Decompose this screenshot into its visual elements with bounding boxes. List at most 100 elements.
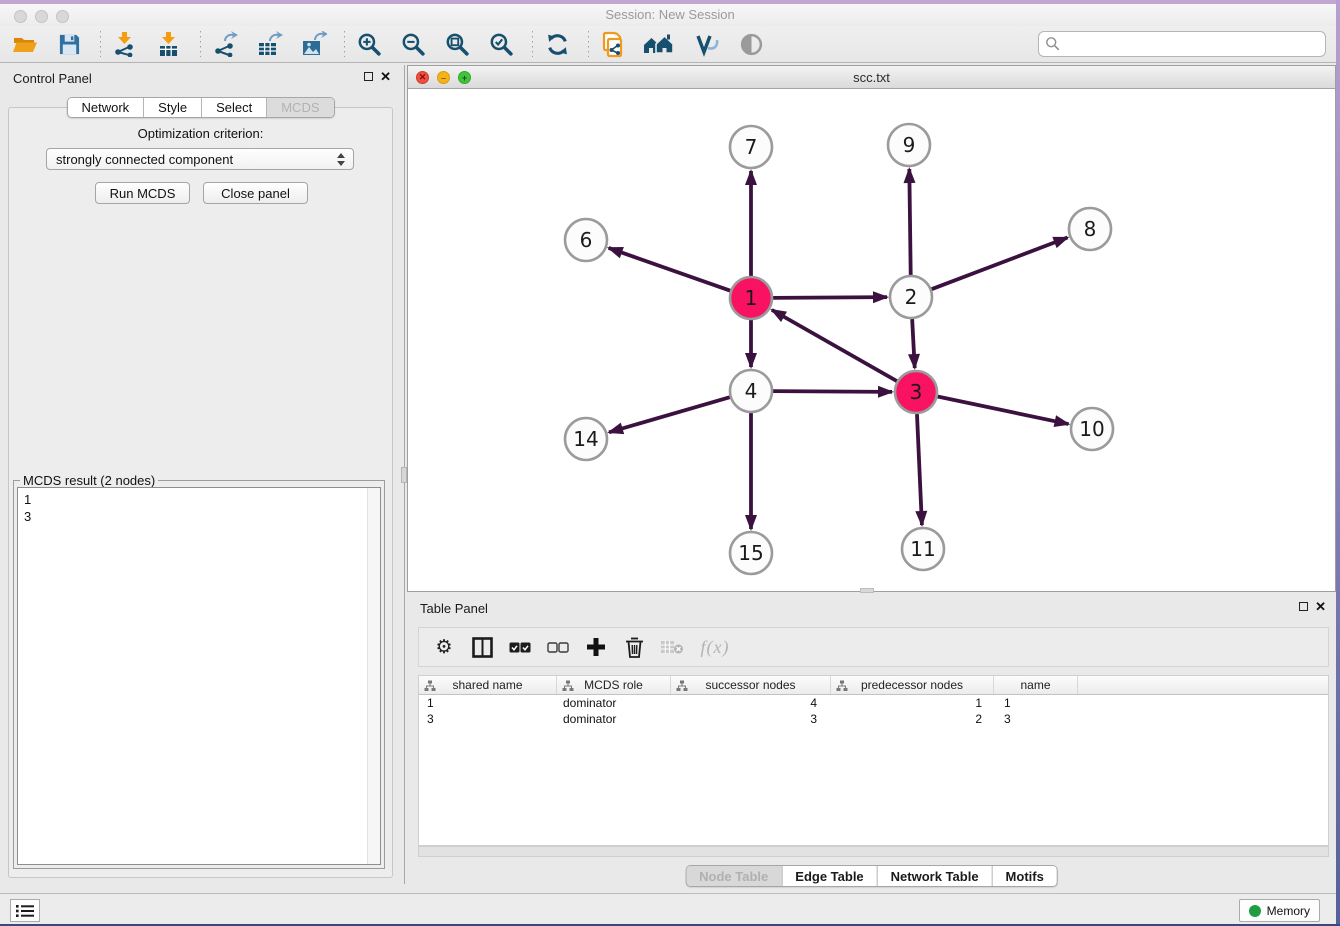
edge-3-11[interactable] [917,414,922,525]
node-table[interactable]: shared nameMCDS rolesuccessor nodesprede… [418,675,1329,846]
edge-3-1[interactable] [772,310,897,381]
delete-table-button[interactable] [657,632,687,662]
memory-button[interactable]: Memory [1239,899,1320,922]
column-header-successor-nodes[interactable]: successor nodes [671,676,831,694]
save-session-button[interactable] [54,29,84,59]
columns-icon [472,637,493,658]
import-network-button[interactable] [110,29,140,59]
status-bar: Memory [0,893,1340,926]
table-settings-button[interactable]: ⚙ [429,632,459,662]
float-table-panel-icon[interactable] [1299,602,1308,611]
cell-mcds-role[interactable]: dominator [557,695,671,711]
edge-1-6[interactable] [609,248,731,291]
cell-mcds-role[interactable]: dominator [557,711,671,727]
zoom-out-button[interactable] [398,29,428,59]
tab-node-table[interactable]: Node Table [686,866,781,886]
node-label-9: 9 [903,133,916,157]
window-title: Session: New Session [0,7,1340,22]
tab-edge-table[interactable]: Edge Table [781,866,876,886]
cell-successor-nodes[interactable]: 3 [671,711,831,727]
hide-selected-button[interactable] [736,29,766,59]
network-splitter-grip[interactable] [860,588,874,593]
column-header-name[interactable]: name [994,676,1078,694]
cell-predecessor-nodes[interactable]: 1 [831,695,994,711]
export-network-button[interactable] [210,29,240,59]
cell-shared-name[interactable]: 1 [419,695,557,711]
cell-successor-nodes[interactable]: 4 [671,695,831,711]
node-label-11: 11 [910,537,935,561]
cell-shared-name[interactable]: 3 [419,711,557,727]
run-mcds-button[interactable]: Run MCDS [95,182,190,204]
node-label-3: 3 [910,380,923,404]
result-scrollbar[interactable] [367,488,380,864]
mcds-result-list[interactable]: 13 [17,487,381,865]
edge-2-8[interactable] [932,238,1068,290]
new-network-from-selection-button[interactable] [598,29,628,59]
function-builder-button[interactable]: f(x) [695,632,735,662]
apply-layout-button[interactable] [542,29,572,59]
node-label-10: 10 [1079,417,1104,441]
search-input[interactable] [1061,37,1319,52]
table-panel: Table Panel ✕ ⚙ [407,594,1336,889]
create-column-button[interactable] [581,632,611,662]
unselect-all-button[interactable] [543,632,573,662]
zoom-fit-button[interactable] [442,29,472,59]
export-table-button[interactable] [254,29,284,59]
main-toolbar [0,26,1340,63]
column-header-mcds-role[interactable]: MCDS role [557,676,671,694]
column-header-predecessor-nodes[interactable]: predecessor nodes [831,676,994,694]
export-image-button[interactable] [298,29,328,59]
column-header-shared-name[interactable]: shared name [419,676,557,694]
houses-icon [643,32,677,56]
close-table-panel-icon[interactable]: ✕ [1315,601,1326,612]
zoom-selected-button[interactable] [486,29,516,59]
first-neighbors-button[interactable] [642,29,678,59]
table-toolbar: ⚙ [418,627,1329,667]
open-session-button[interactable] [10,29,40,59]
edge-3-10[interactable] [938,397,1069,425]
network-canvas-svg[interactable]: 1234678910111415 [408,89,1335,591]
float-panel-icon[interactable] [364,72,373,81]
tab-motifs[interactable]: Motifs [992,866,1057,886]
table-row[interactable]: 3dominator323 [419,711,1328,727]
tab-network-table[interactable]: Network Table [877,866,992,886]
tab-select[interactable]: Select [201,98,266,117]
toolbar-separator [100,31,101,57]
export-network-icon [212,31,238,57]
close-panel-icon[interactable]: ✕ [380,71,391,82]
zoom-in-button[interactable] [354,29,384,59]
table-hscrollbar[interactable] [418,846,1329,857]
node-label-6: 6 [580,228,593,252]
network-window-titlebar[interactable]: ✕ – + scc.txt [408,66,1335,89]
tab-mcds[interactable]: MCDS [266,98,333,117]
tree-icon [562,680,574,692]
import-table-button[interactable] [154,29,184,59]
toolbar-separator [200,31,201,57]
task-history-button[interactable] [10,899,40,922]
edge-2-3[interactable] [912,319,915,368]
optimization-criterion-label: Optimization criterion: [9,126,392,141]
search-icon [1045,36,1061,52]
edge-1-2[interactable] [773,297,887,298]
table-row[interactable]: 1dominator411 [419,695,1328,711]
criterion-dropdown[interactable]: strongly connected component [46,148,354,170]
cell-predecessor-nodes[interactable]: 2 [831,711,994,727]
tab-network[interactable]: Network [67,98,143,117]
cell-name[interactable]: 3 [994,711,1078,727]
edge-4-14[interactable] [609,397,730,432]
select-all-button[interactable] [505,632,535,662]
show-graphics-details-button[interactable] [692,29,722,59]
result-line: 3 [24,508,374,525]
tab-style[interactable]: Style [143,98,201,117]
cell-name[interactable]: 1 [994,695,1078,711]
import-table-icon [156,31,182,57]
close-panel-button[interactable]: Close panel [203,182,308,204]
clone-network-icon [600,31,626,58]
table-tabs: Node TableEdge TableNetwork TableMotifs [685,865,1058,887]
search-box[interactable] [1038,31,1326,57]
show-columns-button[interactable] [467,632,497,662]
edge-2-9[interactable] [909,169,910,275]
eye-icon [739,32,764,57]
delete-columns-button[interactable] [619,632,649,662]
edge-4-3[interactable] [773,391,892,392]
